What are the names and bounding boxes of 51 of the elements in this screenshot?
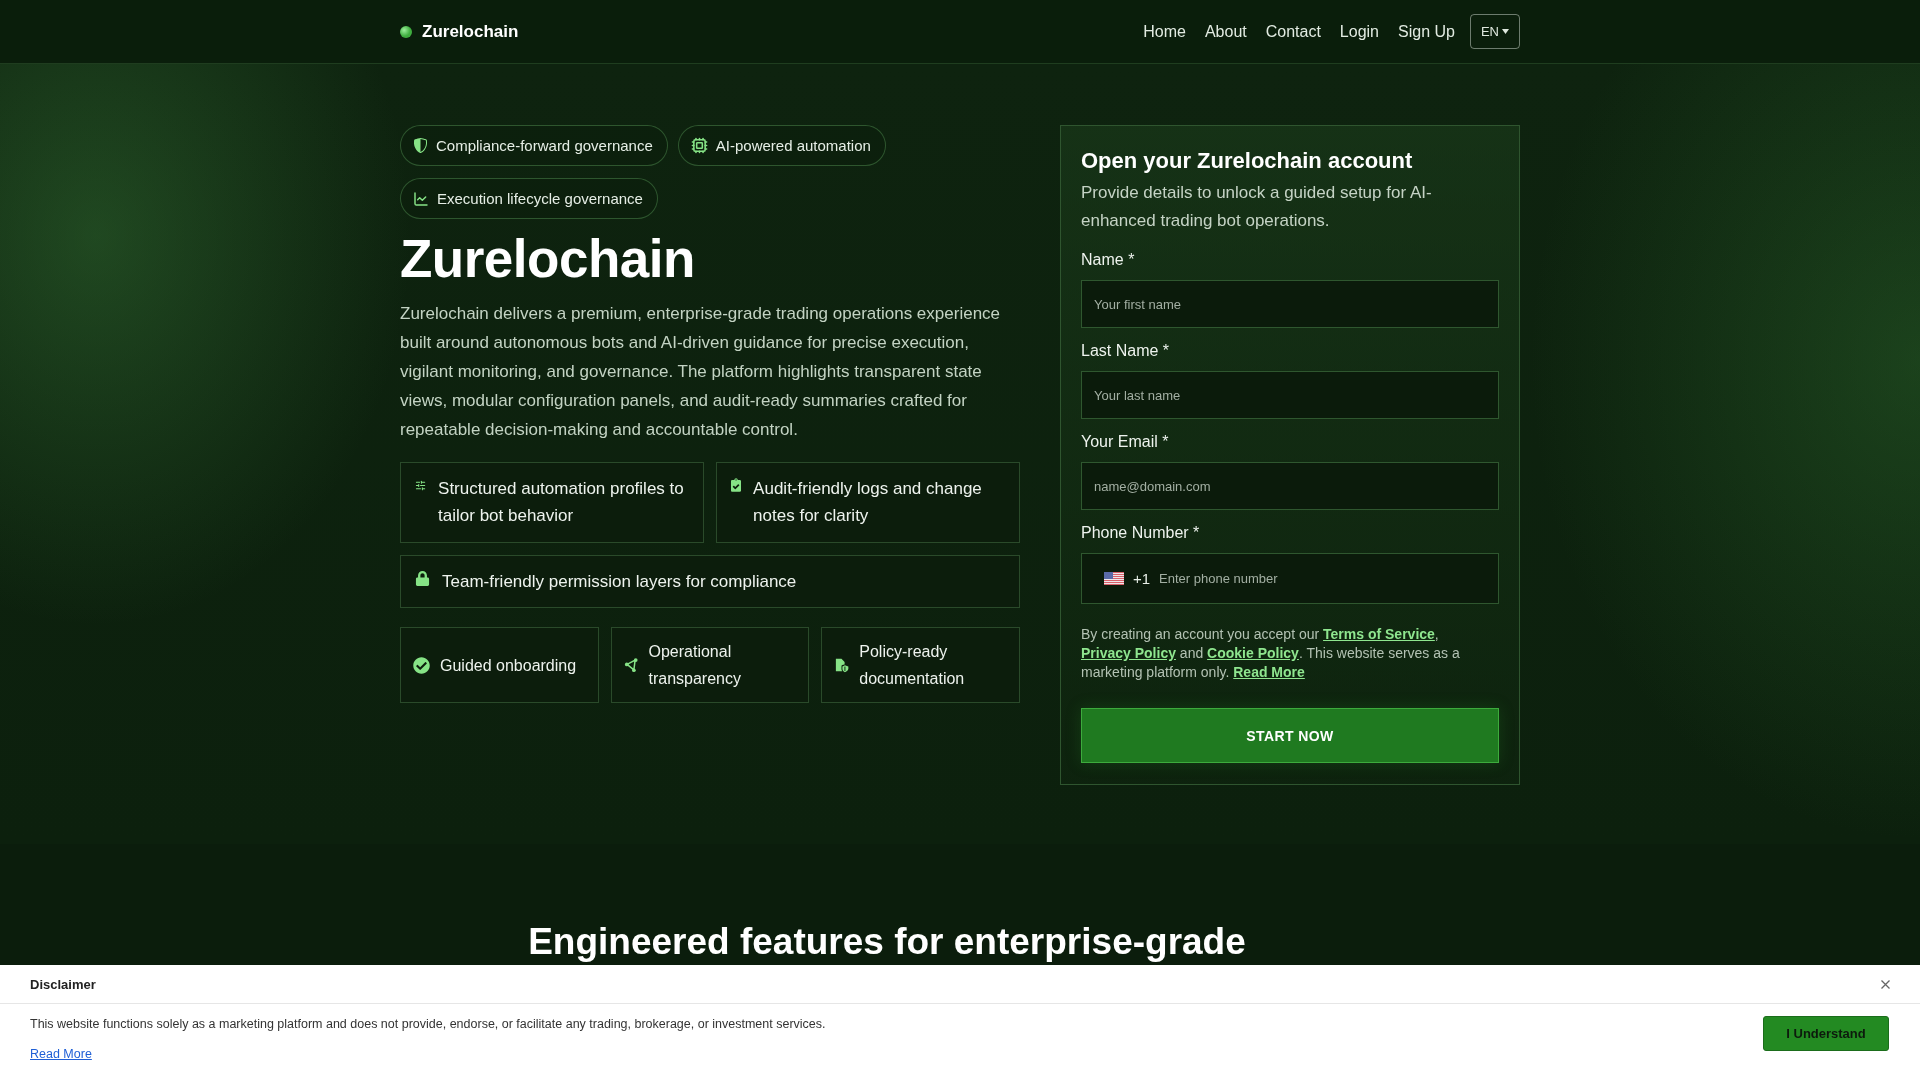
consent-text: By creating an account you accept our Terms of Service, Privacy Policy and Cookie Policy. This website serves as a marketing platform only. Read More xyxy=(1081,625,1461,682)
field-label: Last Name * xyxy=(1081,341,1171,361)
inline-link[interactable]: Cookie Policy xyxy=(1207,645,1299,661)
read-more-link[interactable]: Read More xyxy=(30,1046,92,1062)
disclaimer-text: This website functions solely as a marketing platform and does not provide, endorse, or facilitate any trading, brokerage, or investment services. xyxy=(30,1016,826,1032)
understand-button[interactable]: I Understand xyxy=(1763,1016,1889,1051)
field-label: Your Email * xyxy=(1081,432,1170,452)
form-title: Open your Zurelochain account xyxy=(1081,147,1414,175)
phone-field[interactable]: +1 Enter phone number xyxy=(1081,553,1499,604)
start-button[interactable]: START NOW xyxy=(1081,708,1499,763)
highlight-text: Audit-friendly logs and change notes for clarity xyxy=(753,478,983,527)
close-icon[interactable] xyxy=(1881,979,1890,989)
nav-link[interactable]: Login xyxy=(1339,22,1379,41)
nav-link[interactable]: About xyxy=(1204,22,1247,41)
inline-link[interactable]: Privacy Policy xyxy=(1081,645,1176,661)
nav-link[interactable]: Contact xyxy=(1265,22,1321,41)
shield-icon xyxy=(413,138,428,153)
language-selector[interactable]: EN xyxy=(1469,14,1520,49)
field-label: Name * xyxy=(1081,250,1136,270)
inline-link[interactable]: Terms of Service xyxy=(1323,626,1435,642)
feature-text: Policy-ready documentation xyxy=(859,642,966,689)
inline-link[interactable]: Read More xyxy=(1233,664,1305,680)
nodes-icon xyxy=(623,656,639,674)
tag-label: AI-powered automation xyxy=(715,137,871,154)
input-field[interactable]: name@domain.com xyxy=(1081,462,1499,510)
logo-dot-icon xyxy=(400,25,412,38)
tag-label: Execution lifecycle governance xyxy=(437,190,643,207)
clipboard-check-icon xyxy=(731,478,742,492)
flag-icon xyxy=(1104,572,1124,585)
input-field[interactable]: Your first name xyxy=(1081,280,1499,328)
input-field[interactable]: Your last name xyxy=(1081,371,1499,419)
feature-text: Operational transparency xyxy=(648,642,742,689)
disclaimer-title: Disclaimer xyxy=(30,976,96,992)
hero-description: Zurelochain delivers a premium, enterprise-grade trading operations experience built around autonomous bots and AI-driven guidance for precise execution, vigilant monitoring, and governance. The platform highlights transparent state views, modular configuration panels, and audit-ready summaries crafted for repeatable decision-making and accountable control. xyxy=(400,303,1002,441)
phone-input[interactable]: Enter phone number xyxy=(1159,563,1478,594)
line-chart-icon xyxy=(413,190,429,207)
nav-link[interactable]: Sign Up xyxy=(1398,22,1455,41)
lock-icon xyxy=(415,571,430,586)
highlight-text: Team-friendly permission layers for compliance xyxy=(442,571,797,593)
feature-text: Guided onboarding xyxy=(440,655,577,676)
caret-icon xyxy=(1502,29,1509,34)
tag-label: Compliance-forward governance xyxy=(436,137,653,154)
cpu-icon xyxy=(690,137,708,154)
brand-name[interactable]: Zurelochain xyxy=(422,21,519,42)
field-label: Phone Number * xyxy=(1081,523,1201,543)
highlight-text: Structured automation profiles to tailor bot behavior xyxy=(438,478,685,527)
form-subtitle: Provide details to unlock a guided setup for AI-enhanced trading bot operations. xyxy=(1081,182,1433,232)
dial-code: +1 xyxy=(1133,570,1151,587)
hero-title: Zurelochain xyxy=(400,231,696,287)
section-heading: Engineered features for enterprise-grade xyxy=(528,921,1246,963)
nav-link[interactable]: Home xyxy=(1143,22,1186,41)
